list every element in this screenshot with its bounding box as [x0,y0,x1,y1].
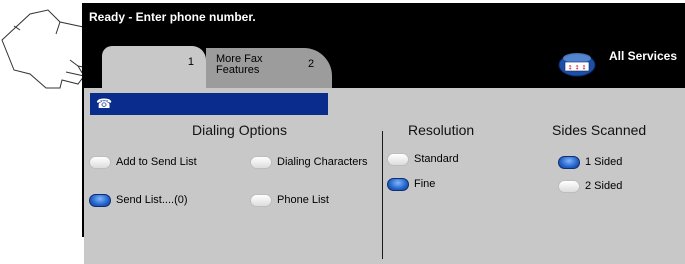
tab-number: 2 [308,58,315,70]
dialing-options-heading: Dialing Options [192,122,287,138]
radio-button[interactable] [89,155,111,169]
radio-button-selected[interactable] [387,177,409,191]
resolution-standard-option[interactable]: Standard [387,151,459,167]
send-list-option[interactable]: Send List....(0) [89,192,188,208]
option-label: Add to Send List [116,156,197,168]
radio-button[interactable] [250,155,272,169]
option-label: Dialing Characters [277,156,368,168]
tab-number: 1 [187,56,194,68]
radio-button[interactable] [250,193,272,207]
status-message: Ready - Enter phone number. [89,10,256,24]
option-label: 2 Sided [585,180,623,192]
all-services-icon[interactable]: ↕ ↕ ↕ [557,49,597,77]
two-sided-option[interactable]: 2 Sided [558,178,622,194]
fax-options-panel: ☎ Dialing Options Resolution Sides Scann… [84,88,685,264]
radio-button[interactable] [387,152,409,166]
all-services-label[interactable]: All Services [609,49,677,63]
tab-label-line2: Features [216,64,260,76]
radio-button-selected[interactable] [89,193,111,207]
radio-button-selected[interactable] [558,155,580,169]
resolution-fine-option[interactable]: Fine [387,176,435,192]
telephone-icon: ☎ [96,96,113,111]
fax-screen: Ready - Enter phone number. 1 More Fax F… [82,3,685,264]
one-sided-option[interactable]: 1 Sided [558,154,622,170]
dialing-characters-option[interactable]: Dialing Characters [250,154,367,170]
option-label: Send List....(0) [116,194,188,206]
phone-list-option[interactable]: Phone List [250,192,329,208]
sides-scanned-heading: Sides Scanned [552,122,647,138]
option-label: Phone List [277,194,329,206]
phone-number-field[interactable]: ☎ [90,93,328,115]
option-label: Fine [414,178,436,190]
svg-text:↕ ↕ ↕: ↕ ↕ ↕ [568,65,587,72]
tab-more-fax-features[interactable]: More Fax Features 2 [206,48,332,88]
option-label: 1 Sided [585,156,623,168]
radio-button[interactable] [558,179,580,193]
option-label: Standard [414,153,459,165]
add-to-send-list-option[interactable]: Add to Send List [89,154,197,170]
resolution-heading: Resolution [408,122,475,138]
tab-fax-1[interactable]: 1 [102,46,206,88]
